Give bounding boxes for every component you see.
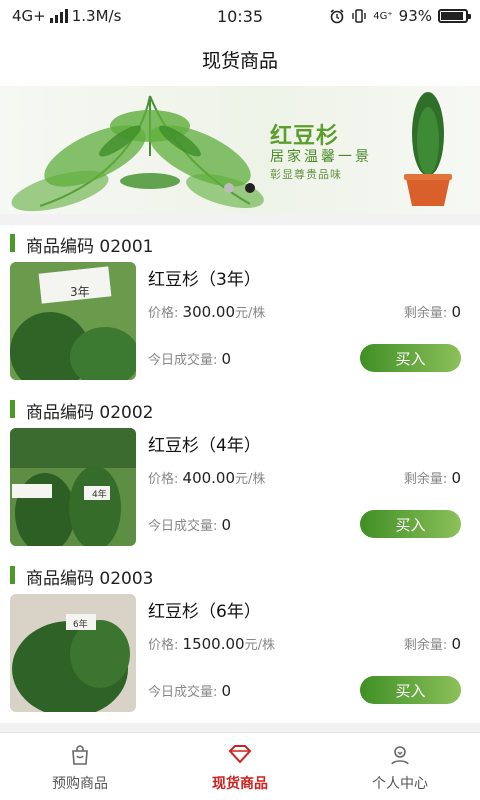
tab-profile[interactable]: 个人中心 (320, 733, 480, 800)
battery-percent: 93% (398, 7, 432, 25)
product-name: 红豆杉（6年） (148, 602, 261, 622)
battery-icon (438, 9, 471, 23)
product-today-volume: 今日成交量: 0 (148, 350, 232, 368)
shopping-bag-icon (72, 745, 88, 765)
buy-button[interactable]: 买入 (360, 344, 461, 372)
product-today-volume: 今日成交量: 0 (148, 682, 232, 700)
network-type-2: 4G⁺ (373, 10, 393, 22)
product-price: 价格: 300.00元/株 (148, 303, 266, 321)
bottom-tab-bar: 预购商品 现货商品 个人中心 (0, 732, 480, 800)
network-type: 4G+ (12, 7, 46, 25)
tab-label: 现货商品 (212, 776, 268, 792)
product-stock: 剩余量: 0 (403, 469, 461, 487)
status-time: 10:35 (216, 6, 264, 26)
diamond-icon (228, 745, 252, 764)
buy-button[interactable]: 买入 (360, 676, 461, 704)
code-accent-bar (10, 234, 15, 252)
product-card[interactable]: 商品编码 02002 4年 红豆杉（4年） 价格: 400.00元/株 剩余量:… (0, 391, 480, 557)
user-icon (391, 746, 409, 765)
banner-foliage-image (11, 92, 452, 212)
signal-icon (49, 9, 68, 23)
product-card[interactable]: 商品编码 02003 6年 红豆杉（6年） 价格: 1500.00元/株 剩余量… (0, 557, 480, 723)
carousel-dot-1[interactable] (224, 183, 234, 193)
promo-banner[interactable] (0, 86, 480, 214)
banner-tagline: 彰显尊贵品味 (270, 168, 342, 181)
product-stock: 剩余量: 0 (403, 303, 461, 321)
status-bar: 4G+ 1.3M/s 10:35 4G⁺ 93% (0, 0, 480, 32)
network-speed: 1.3M/s (71, 7, 122, 25)
product-image[interactable]: 4年 (10, 428, 136, 546)
status-left: 4G+ 1.3M/s (12, 7, 172, 25)
vibrate-icon (352, 9, 366, 23)
product-tag: 4年 (92, 488, 107, 500)
page-title: 现货商品 (0, 32, 480, 86)
product-name: 红豆杉（3年） (148, 270, 261, 290)
carousel-dot-2[interactable] (245, 183, 255, 193)
status-right: 4G⁺ 93% (308, 7, 471, 25)
product-card[interactable]: 商品编码 02001 3年 红豆杉（3年） 价格: 300.00元/株 剩余量:… (0, 225, 480, 391)
product-stock: 剩余量: 0 (403, 635, 461, 653)
banner-subtitle: 居家温馨一景 (270, 149, 372, 165)
tab-label: 预购商品 (52, 776, 108, 792)
product-tag: 6年 (73, 618, 88, 630)
tab-label: 个人中心 (372, 776, 428, 792)
product-price: 价格: 400.00元/株 (148, 469, 266, 487)
product-name: 红豆杉（4年） (148, 436, 261, 456)
product-price: 价格: 1500.00元/株 (148, 635, 275, 653)
tab-preorder[interactable]: 预购商品 (0, 733, 160, 800)
product-image[interactable]: 3年 (10, 262, 136, 380)
buy-button[interactable]: 买入 (360, 510, 461, 538)
product-code: 商品编码 02002 (26, 403, 154, 423)
alarm-icon (330, 9, 344, 24)
code-accent-bar (10, 400, 15, 418)
product-image[interactable]: 6年 (10, 594, 136, 712)
product-today-volume: 今日成交量: 0 (148, 516, 232, 534)
product-code: 商品编码 02001 (26, 237, 154, 257)
product-code: 商品编码 02003 (26, 569, 154, 589)
tab-spot[interactable]: 现货商品 (160, 733, 320, 800)
code-accent-bar (10, 566, 15, 584)
product-tag: 3年 (70, 285, 90, 299)
